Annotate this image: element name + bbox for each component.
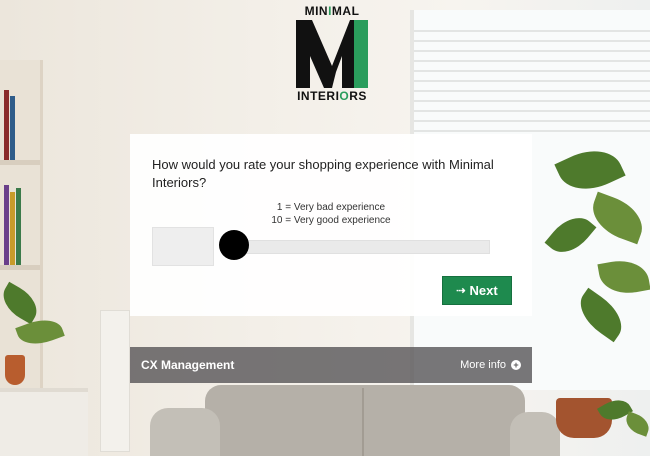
arrow-right-icon: ⇢ [456, 285, 466, 297]
rating-value-box [152, 227, 214, 266]
logo-wordmark-bottom: INTERIORS [297, 89, 367, 103]
rating-slider-track[interactable] [240, 240, 490, 254]
next-button[interactable]: ⇢ Next [442, 276, 512, 305]
next-button-label: Next [469, 283, 498, 298]
rating-slider-handle[interactable] [219, 230, 249, 260]
plus-circle-icon: + [511, 360, 521, 370]
logo-m-mark [296, 20, 368, 88]
logo-wordmark-top: MINIMAL [304, 4, 360, 18]
footer-title: CX Management [141, 358, 235, 372]
more-info-label: More info [460, 359, 506, 371]
brand-logo: MINIMAL INTERIORS [296, 5, 368, 102]
scale-high-label: 10 = Very good experience [271, 215, 391, 226]
survey-card: How would you rate your shopping experie… [130, 134, 532, 316]
survey-question: How would you rate your shopping experie… [152, 157, 494, 190]
footer-bar: CX Management More info + [130, 347, 532, 383]
scale-low-label: 1 = Very bad experience [276, 202, 386, 213]
more-info-link[interactable]: More info + [460, 359, 521, 371]
